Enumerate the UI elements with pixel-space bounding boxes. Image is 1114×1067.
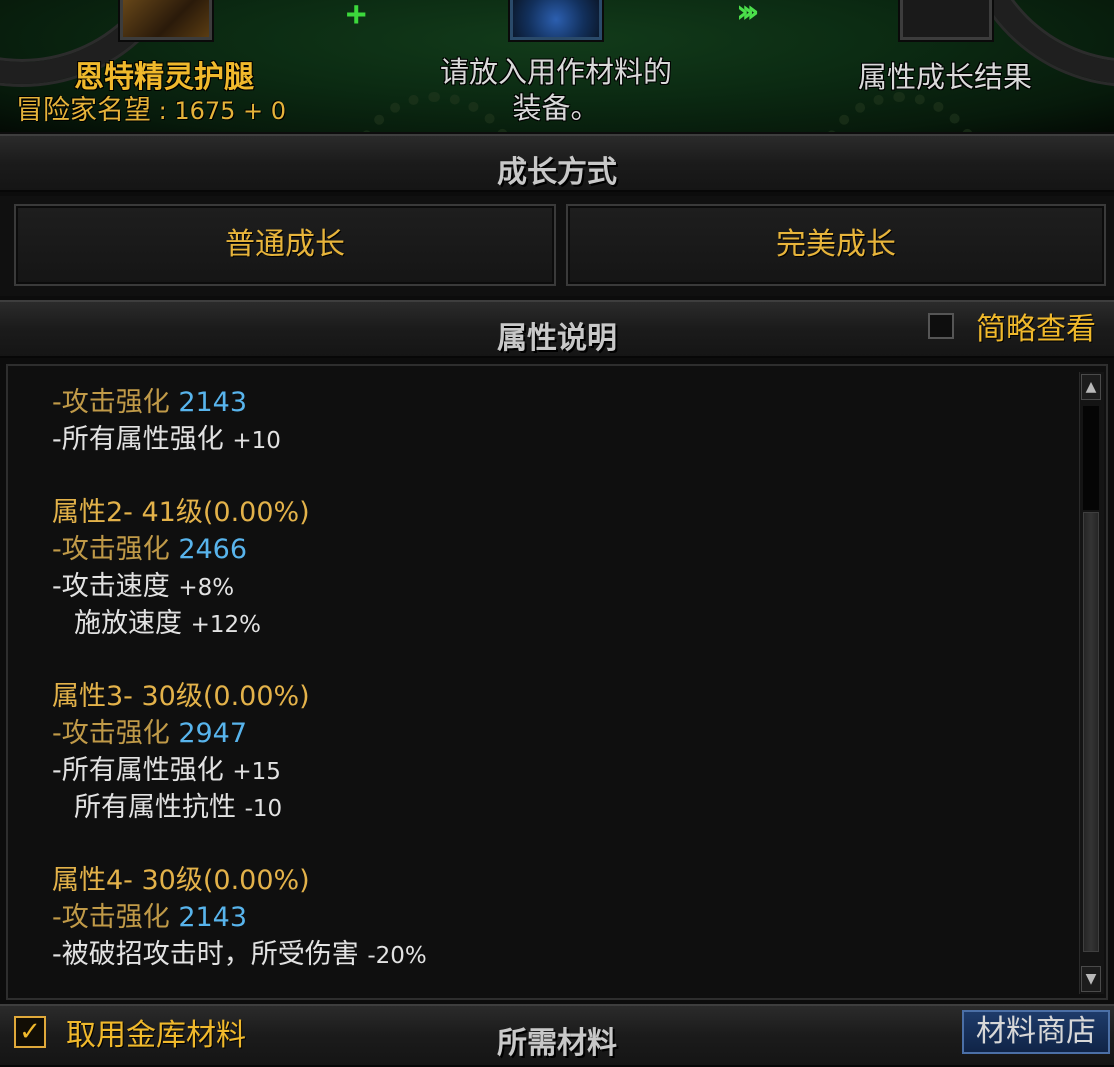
scroll-up-icon[interactable]: ▲ (1081, 374, 1101, 400)
attribute-value: -10 (244, 796, 283, 822)
scroll-down-icon[interactable]: ▼ (1081, 966, 1101, 992)
material-hint-line: 请放入用作材料的 (439, 55, 672, 89)
attribute-text: -所有属性强化 (52, 424, 233, 455)
use-vault-toggle[interactable]: ✓ 取用金库材料 (14, 1010, 246, 1054)
attribute-lines: -攻击强化 2143 -所有属性强化 +10 属性2- 41级(0.00%) -攻击强… (52, 384, 1066, 973)
attribute-line: -攻击强化 2947 (52, 715, 1066, 752)
attribute-value: +8% (178, 575, 235, 601)
brief-view-label: 简略查看 (976, 312, 1096, 347)
attribute-value: -20% (367, 943, 427, 969)
vault-checkbox[interactable]: ✓ (14, 1016, 46, 1048)
attribute-text: 施放速度 (74, 608, 191, 639)
attribute-line: 属性3- 30级(0.00%) (52, 678, 1066, 715)
attribute-line: 属性4- 30级(0.00%) (52, 862, 1066, 899)
attribute-text: -被破招攻击时，所受伤害 (52, 939, 368, 970)
normal-growth-button[interactable]: 普通成长 (14, 204, 556, 286)
attribute-text: -所有属性强化 (52, 755, 233, 786)
vault-checkbox-label: 取用金库材料 (66, 1018, 246, 1053)
attribute-line: 施放速度 +12% (52, 605, 1066, 642)
scroll-thumb[interactable] (1083, 512, 1099, 952)
attribute-text: 属性3- 30级(0.00%) (52, 681, 310, 712)
attribute-line: -攻击强化 2143 (52, 899, 1066, 936)
fame-label: 冒险家名望 (16, 95, 151, 126)
line-spacer (52, 642, 1066, 678)
growth-mode-buttons: 普通成长 完美成长 (0, 196, 1114, 296)
plus-icon: + (346, 0, 367, 34)
attribute-line: 所有属性抗性 -10 (52, 789, 1066, 826)
growth-mode-header: 成长方式 (0, 134, 1114, 192)
fame-value: 1675 + 0 (174, 97, 287, 125)
fame-separator: : (151, 97, 175, 125)
attribute-line: -攻击强化 2466 (52, 531, 1066, 568)
attribute-line: -被破招攻击时，所受伤害 -20% (52, 936, 1066, 973)
attribute-value: 2466 (178, 534, 248, 565)
brief-view-checkbox[interactable] (928, 313, 954, 339)
attribute-line: -所有属性强化 +10 (52, 421, 1066, 458)
attribute-line: -攻击强化 2143 (52, 384, 1066, 421)
material-hint-line: 装备。 (512, 91, 600, 125)
growth-preview-panel: + ››› 恩特精灵护腿 冒险家名望 : 1675 + 0 请放入用作材料的 装… (0, 0, 1114, 132)
attribute-text: 所有属性抗性 (74, 792, 245, 823)
attribute-text: -攻击强化 (52, 718, 179, 749)
attribute-line: 属性2- 41级(0.00%) (52, 494, 1066, 531)
attribute-value: 2143 (178, 387, 248, 418)
attribute-text-panel: -攻击强化 2143 -所有属性强化 +10 属性2- 41级(0.00%) -攻击强… (6, 364, 1108, 1000)
brief-view-toggle[interactable]: 简略查看 (928, 306, 1096, 347)
attribute-value: 2143 (178, 902, 248, 933)
material-item-slot[interactable] (510, 0, 602, 40)
attribute-text: -攻击强化 (52, 387, 179, 418)
result-item-slot (900, 0, 992, 40)
result-label: 属性成长结果 (857, 60, 1032, 94)
scrollbar[interactable]: ▲ ▼ (1079, 372, 1104, 994)
base-item-slot[interactable] (120, 0, 212, 40)
line-spacer (52, 826, 1066, 862)
attribute-line: -所有属性强化 +15 (52, 752, 1066, 789)
attribute-value: +10 (232, 428, 281, 454)
attribute-value: +12% (190, 612, 261, 638)
attribute-text: -攻击强化 (52, 902, 179, 933)
attribute-text: 属性4- 30级(0.00%) (52, 865, 310, 896)
attribute-value: 2947 (178, 718, 248, 749)
attribute-line: -攻击速度 +8% (52, 568, 1066, 605)
attribute-text: -攻击速度 (52, 571, 179, 602)
line-spacer (52, 458, 1066, 494)
forward-arrows-icon: ››› (736, 0, 759, 30)
material-hint: 请放入用作材料的 装备。 (420, 54, 692, 126)
attribute-value: +15 (232, 759, 281, 785)
scroll-track[interactable] (1083, 406, 1099, 510)
adventurer-fame: 冒险家名望 : 1675 + 0 (16, 88, 286, 127)
growth-mode-title: 成长方式 (497, 155, 617, 190)
attribute-text: -攻击强化 (52, 534, 179, 565)
perfect-growth-button[interactable]: 完美成长 (566, 204, 1106, 286)
material-shop-button[interactable]: 材料商店 (962, 1010, 1110, 1054)
attribute-text: 属性2- 41级(0.00%) (52, 497, 310, 528)
gear-decoration (815, 92, 985, 132)
